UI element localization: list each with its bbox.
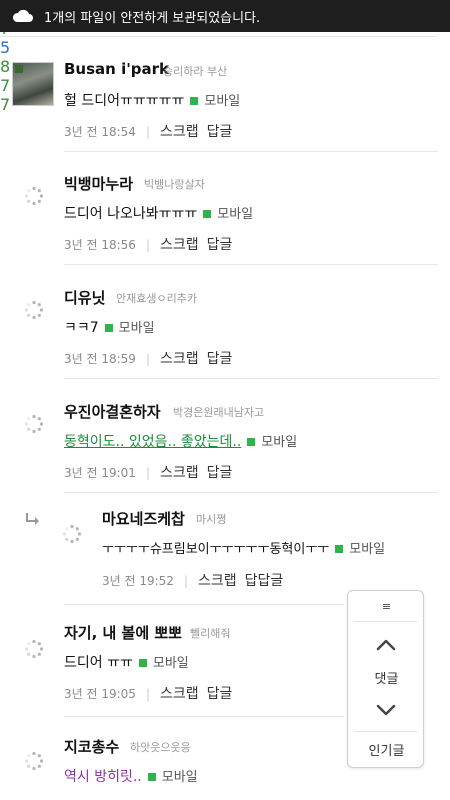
comment-meta: 3년 전 19:01 | 스크랩 답글 bbox=[64, 465, 233, 481]
nickname[interactable]: Busan i'park bbox=[64, 60, 169, 78]
comment-body: 동혁이도.. 있었음.. 좋았는데.. 모바일 bbox=[64, 434, 298, 450]
comment-meta: 3년 전 19:52 | 스크랩 답답글 bbox=[102, 573, 284, 589]
avatar-loading-icon bbox=[62, 524, 82, 544]
chevron-up-icon[interactable] bbox=[375, 638, 397, 652]
timestamp: 3년 전 18:56 bbox=[64, 238, 136, 252]
reply-button[interactable]: 답글 bbox=[207, 465, 233, 481]
divider bbox=[64, 604, 344, 605]
level-badge: 8 bbox=[0, 57, 11, 76]
mobile-icon bbox=[104, 323, 113, 332]
comment-meta: 3년 전 18:59 | 스크랩 답글 bbox=[64, 351, 233, 367]
scrap-button[interactable]: 스크랩 bbox=[160, 124, 199, 140]
nickname[interactable]: 디유닛 bbox=[64, 287, 105, 308]
timestamp: 3년 전 18:59 bbox=[64, 352, 136, 366]
avatar-loading-icon bbox=[24, 300, 44, 320]
reply-button[interactable]: 답글 bbox=[207, 237, 233, 253]
popular-posts-button[interactable]: 인기글 bbox=[348, 740, 425, 759]
divider bbox=[354, 731, 417, 732]
mobile-icon bbox=[203, 209, 212, 218]
floating-nav: ≡ 댓글 인기글 bbox=[347, 590, 424, 768]
reply-button[interactable]: 답글 bbox=[207, 124, 233, 140]
user-subtitle: 마시쪙 bbox=[196, 513, 227, 526]
user-subtitle: 하앗읏으읏응 bbox=[130, 741, 191, 754]
reply-button[interactable]: 답답글 bbox=[245, 573, 284, 589]
comments-label[interactable]: 댓글 bbox=[348, 668, 425, 687]
toast-message: 1개의 파일이 안전하게 보관되었습니다. bbox=[44, 10, 261, 26]
cloud-icon bbox=[12, 9, 33, 22]
scrap-button[interactable]: 스크랩 bbox=[160, 237, 199, 253]
user-subtitle: 안재효생ㅇ리추카 bbox=[116, 292, 197, 305]
timestamp: 3년 전 18:54 bbox=[64, 125, 136, 139]
avatar[interactable] bbox=[12, 62, 54, 106]
reply-button[interactable]: 답글 bbox=[207, 686, 233, 702]
level-badge: 7 bbox=[0, 95, 11, 114]
mobile-icon bbox=[138, 658, 147, 667]
comment-body: ㅋㅋ7 모바일 bbox=[64, 320, 155, 336]
comment-meta: 3년 전 18:54 | 스크랩 답글 bbox=[64, 124, 233, 140]
timestamp: 3년 전 19:05 bbox=[64, 687, 136, 701]
comment-body: 헐 드디어ㅠㅠㅠㅠㅠ 모바일 bbox=[64, 93, 241, 109]
mobile-icon bbox=[190, 96, 199, 105]
comment-body: 드디어 ㅠㅠ 모바일 bbox=[64, 655, 189, 671]
avatar-loading-icon bbox=[24, 751, 44, 771]
nickname[interactable]: 지코총수 bbox=[64, 736, 119, 757]
divider bbox=[64, 716, 344, 717]
reply-button[interactable]: 답글 bbox=[207, 351, 233, 367]
menu-icon[interactable]: ≡ bbox=[348, 591, 425, 621]
user-subtitle: 빅뱅나랑살자 bbox=[144, 178, 205, 191]
save-toast: 1개의 파일이 안전하게 보관되었습니다. bbox=[0, 0, 450, 32]
user-subtitle: 박경은원래내남자고 bbox=[173, 406, 265, 419]
divider bbox=[64, 492, 438, 493]
chevron-down-icon[interactable] bbox=[375, 703, 397, 717]
divider bbox=[64, 378, 438, 379]
timestamp: 3년 전 19:01 bbox=[64, 466, 136, 480]
scrap-button[interactable]: 스크랩 bbox=[160, 686, 199, 702]
nickname[interactable]: 자기, 내 볼에 뽀뽀 bbox=[64, 622, 182, 643]
nickname[interactable]: 빅뱅마누라 bbox=[64, 173, 133, 194]
scrap-button[interactable]: 스크랩 bbox=[160, 351, 199, 367]
comment-item: 5 우진아결혼하자 박경은원래내남자고 동혁이도.. 있었음.. 좋았는데.. 모… bbox=[0, 38, 450, 493]
divider bbox=[64, 151, 438, 152]
user-subtitle: 뻴리해줘 bbox=[190, 627, 231, 640]
scrap-button[interactable]: 스크랩 bbox=[160, 465, 199, 481]
comment-meta: 3년 전 19:05 | 스크랩 답글 bbox=[64, 686, 233, 702]
divider bbox=[0, 36, 436, 37]
level-badge: 7 bbox=[0, 76, 11, 95]
mobile-icon bbox=[247, 437, 256, 446]
reply-arrow-icon bbox=[26, 513, 39, 525]
avatar-loading-icon bbox=[24, 639, 44, 659]
mobile-icon bbox=[147, 772, 156, 781]
comment-body: 역시 방히릿.. 모바일 bbox=[64, 769, 198, 785]
avatar-loading-icon bbox=[24, 414, 44, 434]
nickname[interactable]: 마요네즈케찹 bbox=[102, 508, 185, 529]
timestamp: 3년 전 19:52 bbox=[102, 574, 174, 588]
comment-meta: 3년 전 18:56 | 스크랩 답글 bbox=[64, 237, 233, 253]
level-badge: 5 bbox=[0, 38, 11, 57]
comment-body: ㅜㅜㅜㅜ슈프림보이ㅜㅜㅜㅜㅜ동혁이ㅜㅜ 모바일 bbox=[102, 542, 386, 557]
mobile-icon bbox=[335, 545, 344, 553]
avatar-loading-icon bbox=[24, 186, 44, 206]
divider bbox=[354, 621, 417, 622]
divider bbox=[64, 264, 438, 265]
user-subtitle: 승리하라 부산 bbox=[163, 65, 228, 78]
nickname[interactable]: 우진아결혼하자 bbox=[64, 401, 161, 422]
scrap-button[interactable]: 스크랩 bbox=[198, 573, 237, 589]
comment-body: 드디어 나오나봐ㅠㅠㅠ 모바일 bbox=[64, 206, 254, 222]
